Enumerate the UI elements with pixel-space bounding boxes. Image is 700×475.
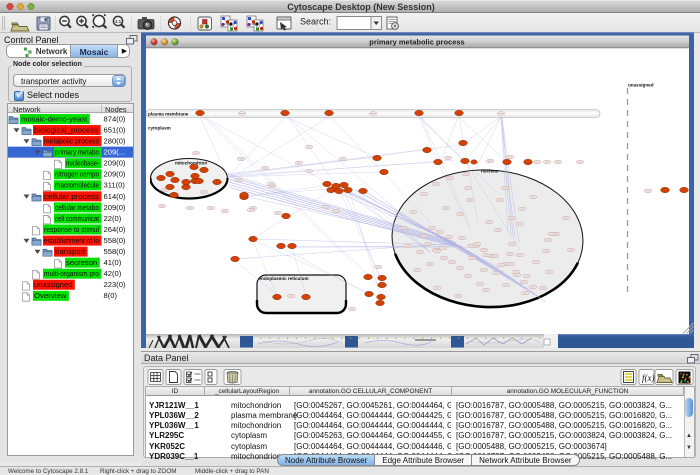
svg-text:264(0): 264(0) xyxy=(104,225,126,234)
svg-text:209(0): 209(0) xyxy=(104,203,126,212)
svg-text:209(0): 209(0) xyxy=(104,159,126,168)
svg-text:primary metabo: primary metabo xyxy=(55,148,99,157)
svg-text:biological_process: biological_process xyxy=(34,125,98,134)
svg-text:unassigned: unassigned xyxy=(628,83,654,88)
svg-text:209(...: 209(... xyxy=(104,148,126,157)
svg-text:22(0): 22(0) xyxy=(104,214,122,223)
svg-text:558(0): 558(0) xyxy=(104,247,126,256)
svg-text:cell communicat: cell communicat xyxy=(55,214,100,223)
svg-text:209(0): 209(0) xyxy=(104,170,126,179)
svg-text:558(0): 558(0) xyxy=(104,236,126,245)
svg-text:nucleobase-: nucleobase- xyxy=(66,159,99,168)
svg-text:223(0): 223(0) xyxy=(104,280,126,289)
svg-text:874(0): 874(0) xyxy=(104,114,126,123)
svg-text:cellular process: cellular process xyxy=(44,192,99,201)
svg-text:primary metabolic process: primary metabolic process xyxy=(369,38,464,47)
svg-text:response to stimul: response to stimul xyxy=(44,225,99,234)
svg-text:metabolic process: metabolic process xyxy=(44,137,99,146)
svg-text:1:1: 1:1 xyxy=(115,19,122,24)
svg-text:614(0): 614(0) xyxy=(104,192,126,201)
svg-text:cellular metabo: cellular metabo xyxy=(55,203,99,212)
svg-text:mosaic-demo-yeast: mosaic-demo-yeast xyxy=(21,114,88,123)
svg-text:multi-organism pro: multi-organism pro xyxy=(44,269,99,278)
svg-text:cytoplasm: cytoplasm xyxy=(148,126,171,131)
svg-text:41(0): 41(0) xyxy=(104,258,122,267)
svg-text:transport: transport xyxy=(55,247,86,256)
svg-text:macromolecule: macromolecule xyxy=(55,181,99,190)
svg-text:f(x): f(x) xyxy=(642,373,655,383)
svg-text:nucleus: nucleus xyxy=(481,169,499,174)
svg-text:280(0): 280(0) xyxy=(104,137,126,146)
svg-text:311(0): 311(0) xyxy=(104,181,126,190)
svg-text:Search:: Search: xyxy=(300,17,331,27)
svg-text:651(0): 651(0) xyxy=(104,125,126,134)
svg-text:secretion: secretion xyxy=(66,258,97,267)
svg-text:8(0): 8(0) xyxy=(104,291,118,300)
svg-text:Overview: Overview xyxy=(34,291,67,300)
svg-text:unassigned: unassigned xyxy=(34,280,72,289)
svg-text:nitrogen compo: nitrogen compo xyxy=(55,170,99,179)
svg-text:42(0): 42(0) xyxy=(104,269,122,278)
svg-text:establishment of lo: establishment of lo xyxy=(44,236,99,245)
svg-text:plasma membrane: plasma membrane xyxy=(148,112,189,117)
